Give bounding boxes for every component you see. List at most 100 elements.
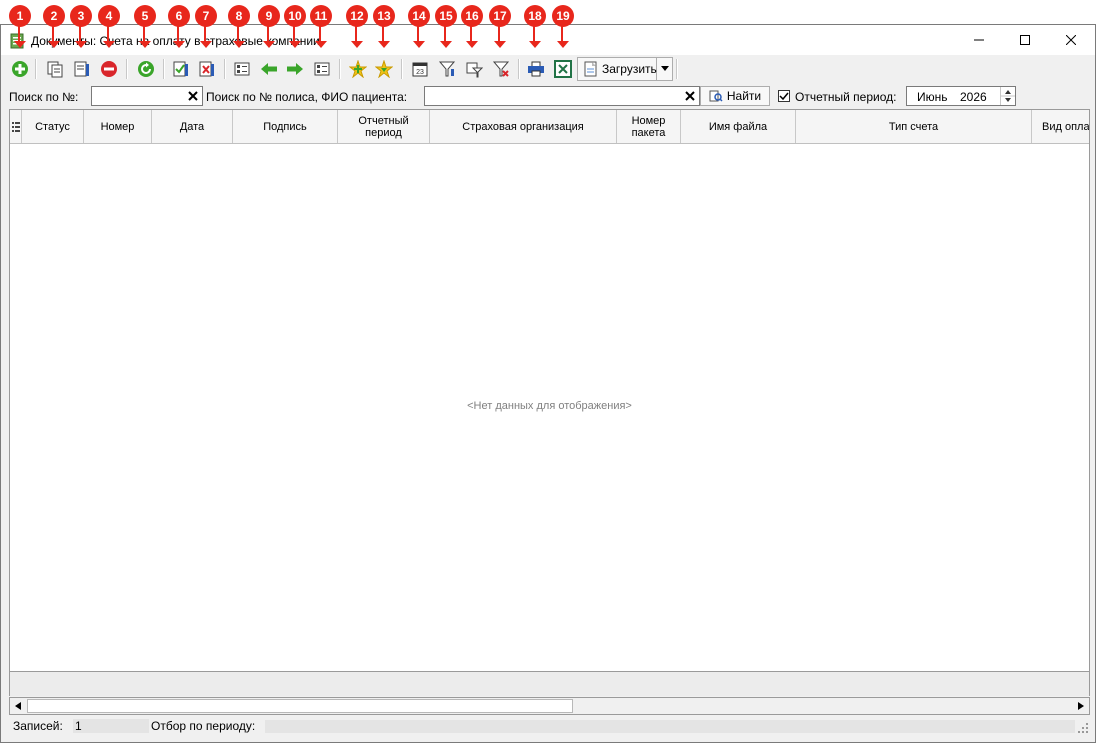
clear-policy-button[interactable] (682, 88, 698, 104)
edit-button[interactable] (71, 58, 93, 80)
column-header-date[interactable]: Дата (152, 110, 233, 143)
load-button-label: Загрузить (602, 62, 657, 76)
period-label: Отчетный период: (795, 90, 897, 104)
main-toolbar: 23 Загрузить (7, 55, 1090, 83)
clear-number-button[interactable] (185, 88, 201, 104)
annotation-badge-8: 8 (228, 5, 250, 48)
load-button[interactable]: Загрузить (577, 57, 657, 81)
svg-text:23: 23 (416, 69, 424, 76)
annotation-badge-15: 15 (435, 5, 457, 48)
annotation-badge-4: 4 (98, 5, 120, 48)
filter-edit-icon (466, 62, 483, 78)
period-checkbox[interactable] (778, 90, 790, 102)
arrow-right-icon (287, 63, 303, 75)
scroll-left-button[interactable] (10, 698, 26, 714)
filter-clear-button[interactable] (490, 58, 512, 80)
annotation-badge-19: 19 (552, 5, 574, 48)
load-dropdown-button[interactable] (657, 57, 673, 81)
maximize-icon (1020, 35, 1030, 45)
select-list-2-button[interactable] (311, 58, 333, 80)
filter-button[interactable] (436, 58, 458, 80)
sign-button[interactable] (170, 58, 192, 80)
column-header-payment-type[interactable]: Вид оплат (1032, 110, 1089, 143)
period-spin-buttons[interactable] (1000, 87, 1015, 105)
select-list-button[interactable] (231, 58, 253, 80)
resize-grip-icon[interactable] (1078, 723, 1088, 733)
column-header-number[interactable]: Номер (84, 110, 152, 143)
annotation-badge-14: 14 (408, 5, 430, 48)
calendar-button[interactable]: 23 (409, 58, 431, 80)
favorite-down-button[interactable] (373, 58, 395, 80)
add-button[interactable] (9, 58, 31, 80)
calendar-icon: 23 (412, 62, 428, 77)
status-bar: Записей: 1 Отбор по периоду: (9, 717, 1090, 735)
document-check-icon (173, 61, 188, 77)
forward-button[interactable] (284, 58, 306, 80)
main-window: Документы: Счета на оплату в страховые к… (0, 24, 1096, 743)
policy-search-label: Поиск по № полиса, ФИО пациента: (206, 90, 408, 104)
back-button[interactable] (258, 58, 280, 80)
find-button-label: Найти (726, 89, 762, 103)
column-header-filename[interactable]: Имя файла (681, 110, 796, 143)
excel-icon (554, 60, 572, 78)
column-header-signature[interactable]: Подпись (233, 110, 338, 143)
column-header-status[interactable]: Статус (22, 110, 84, 143)
search-bar: Поиск по №: Поиск по № полиса, ФИО пацие… (7, 84, 1090, 108)
annotation-badge-3: 3 (70, 5, 92, 48)
number-search-label: Поиск по №: (9, 90, 79, 104)
document-cross-icon (199, 61, 214, 77)
list-select-icon (314, 62, 330, 76)
horizontal-scrollbar[interactable] (9, 697, 1090, 715)
documents-grid[interactable]: Статус Номер Дата Подпись Отчетный перио… (9, 109, 1090, 672)
star-arrow-icon (375, 60, 393, 78)
scroll-thumb[interactable] (27, 699, 573, 713)
arrow-right-small-icon (1078, 702, 1084, 710)
grid-footer (9, 672, 1090, 696)
find-button[interactable]: Найти (700, 86, 770, 106)
column-chooser-button[interactable] (10, 110, 22, 143)
excel-export-button[interactable] (552, 58, 574, 80)
copy-icon (47, 61, 63, 78)
add-favorite-button[interactable] (347, 58, 369, 80)
scroll-right-button[interactable] (1073, 698, 1089, 714)
refresh-button[interactable] (135, 58, 157, 80)
annotation-badge-6: 6 (168, 5, 190, 48)
printer-icon (528, 61, 544, 77)
unsign-button[interactable] (196, 58, 218, 80)
filter-edit-button[interactable] (463, 58, 485, 80)
annotation-badge-10: 10 (284, 5, 306, 48)
annotation-badge-9: 9 (258, 5, 280, 48)
clear-icon (188, 91, 198, 101)
print-button[interactable] (525, 58, 547, 80)
checkmark-icon (779, 92, 789, 101)
annotation-badge-12: 12 (346, 5, 368, 48)
column-header-insurer[interactable]: Страховая организация (430, 110, 617, 143)
column-chooser-icon (11, 121, 20, 132)
edit-document-icon (74, 61, 89, 77)
annotation-badge-18: 18 (524, 5, 546, 48)
policy-search-input[interactable] (424, 86, 700, 106)
period-year: 2026 (960, 90, 987, 104)
period-spinner[interactable]: Июнь 2026 (906, 86, 1016, 106)
list-select-icon (234, 62, 250, 76)
filter-period-label: Отбор по периоду: (151, 719, 256, 733)
column-header-period[interactable]: Отчетный период (338, 110, 430, 143)
grid-header: Статус Номер Дата Подпись Отчетный перио… (10, 110, 1089, 144)
annotation-badge-16: 16 (461, 5, 483, 48)
annotation-badge-1: 1 (9, 5, 31, 48)
column-header-invoice-type[interactable]: Тип счета (796, 110, 1032, 143)
column-header-package[interactable]: Номер пакета (617, 110, 681, 143)
filter-period-value (265, 720, 1075, 733)
close-icon (1066, 35, 1076, 45)
copy-button[interactable] (44, 58, 66, 80)
delete-button[interactable] (98, 58, 120, 80)
close-window-button[interactable] (1048, 25, 1094, 55)
maximize-button[interactable] (1002, 25, 1048, 55)
title-bar: Документы: Счета на оплату в страховые к… (1, 25, 1095, 55)
spin-arrows-icon (1001, 90, 1015, 102)
period-month: Июнь (917, 90, 948, 104)
minimize-button[interactable] (956, 25, 1002, 55)
records-label: Записей: (13, 719, 63, 733)
annotation-badge-7: 7 (195, 5, 217, 48)
number-search-input[interactable] (91, 86, 203, 106)
